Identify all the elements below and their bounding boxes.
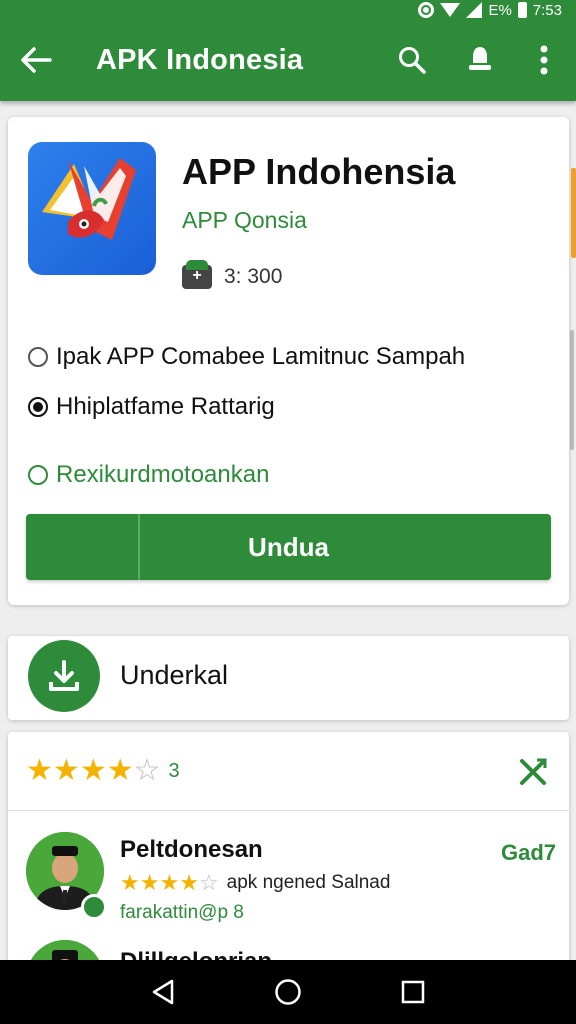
install-button-label: Undua <box>248 532 329 562</box>
download-row[interactable]: Underkal <box>8 636 569 720</box>
battery-text: E% <box>488 1 512 19</box>
scrollbar[interactable] <box>570 330 574 450</box>
nav-back-icon[interactable] <box>143 972 183 1012</box>
star-filled-icon: ★ <box>106 754 134 787</box>
battery-icon <box>517 2 527 18</box>
back-arrow-icon[interactable] <box>18 42 54 78</box>
search-icon[interactable] <box>394 42 430 78</box>
download-icon[interactable] <box>28 640 100 712</box>
app-bar: E% 7:53 APK Indonesia <box>0 0 576 101</box>
app-info-card: APP Indohensia APP Qonsia 3: 300 Ipak AP… <box>8 117 569 605</box>
radio-button-unchecked[interactable] <box>28 347 48 367</box>
app-developer-link[interactable]: APP Qonsia <box>182 207 307 234</box>
option-2[interactable]: Hhiplatfame Rattarig <box>28 393 275 421</box>
review-text: apk ngened Salnad <box>226 872 391 893</box>
app-bar-title: APK Indonesia <box>96 44 304 76</box>
nav-home-icon[interactable] <box>268 972 308 1012</box>
install-button[interactable]: Undua <box>26 514 551 580</box>
app-logo-icon <box>28 142 156 275</box>
star-empty-icon: ☆ <box>133 754 161 787</box>
option-3[interactable]: Rexikurdmotoankan <box>28 461 269 489</box>
divider <box>8 810 569 811</box>
store-bag-icon <box>182 260 212 289</box>
radio-button-unchecked[interactable] <box>28 465 48 485</box>
app-meta-text: 3: 300 <box>224 265 283 288</box>
more-vert-icon[interactable] <box>526 42 562 78</box>
share-cross-icon[interactable] <box>517 756 549 788</box>
verified-badge-icon <box>81 894 107 920</box>
star-filled-icon: ★ <box>120 870 140 895</box>
reviewer-name: Peltdonesan <box>120 836 263 863</box>
star-filled-icon: ★ <box>179 870 199 895</box>
app-name: APP Indohensia <box>182 151 456 192</box>
option-label: Ipak APP Comabee Lamitnuc Sampah <box>56 343 466 370</box>
download-label: Underkal <box>120 660 229 690</box>
option-1[interactable]: Ipak APP Comabee Lamitnuc Sampah <box>28 343 465 371</box>
system-nav-bar <box>0 960 576 1024</box>
radio-button-checked[interactable] <box>28 397 48 417</box>
star-filled-icon: ★ <box>79 754 107 787</box>
signal-icon <box>466 2 483 18</box>
notification-icon[interactable] <box>462 42 498 78</box>
option-label: Rexikurdmotoankan <box>56 461 270 488</box>
notification-dot-icon <box>418 2 435 18</box>
option-label: Hhiplatfame Rattarig <box>56 393 275 420</box>
wifi-icon <box>440 3 461 17</box>
clock: 7:53 <box>532 1 562 19</box>
nav-recents-icon[interactable] <box>393 972 433 1012</box>
star-filled-icon: ★ <box>52 754 80 787</box>
app-meta: 3: 300 <box>182 260 283 289</box>
star-empty-icon: ☆ <box>198 870 219 895</box>
review-item: Peltdonesan Gad7 ★ ★ ★ ★ ☆ apk ngened Sa… <box>26 832 556 932</box>
star-filled-icon: ★ <box>26 754 53 787</box>
rating-count: 3 <box>168 759 180 782</box>
review-stars: ★ ★ ★ ★ ☆ apk ngened Salnad <box>120 872 390 894</box>
scroll-edge-indicator <box>571 168 576 258</box>
star-filled-icon: ★ <box>159 870 180 895</box>
rating-summary: ★ ★ ★ ★ ☆ 3 <box>26 756 180 786</box>
reviewer-handle[interactable]: farakattin@p 8 <box>120 902 244 924</box>
star-filled-icon: ★ <box>139 870 160 895</box>
review-tag: Gad7 <box>500 840 556 865</box>
status-bar: E% 7:53 <box>418 0 562 20</box>
